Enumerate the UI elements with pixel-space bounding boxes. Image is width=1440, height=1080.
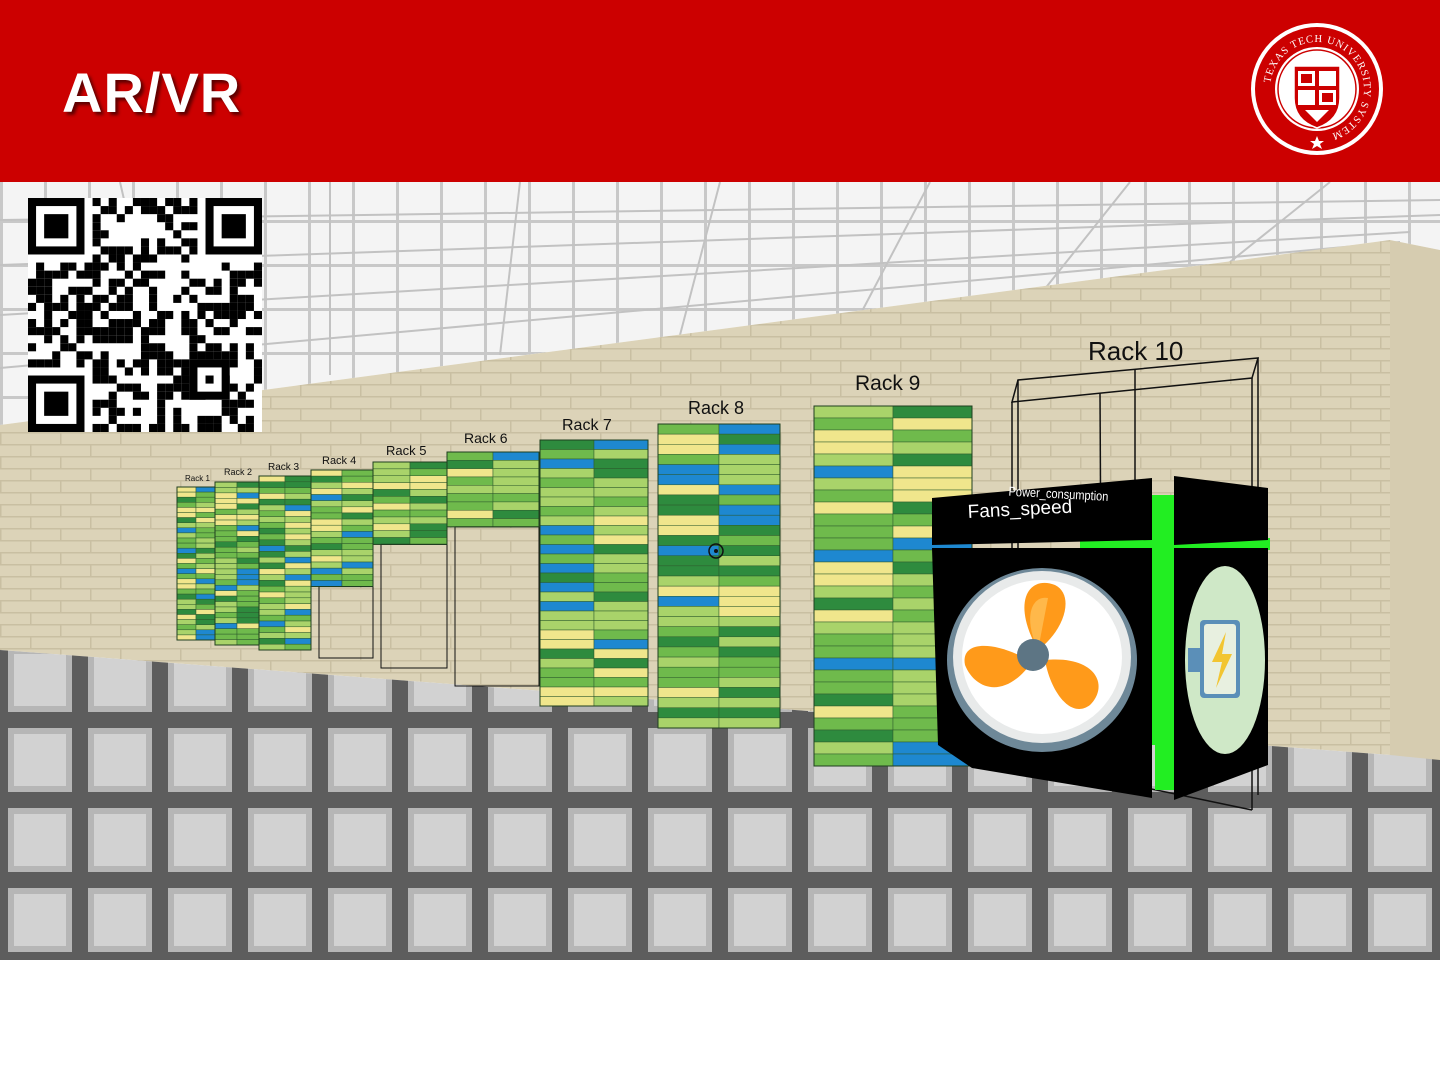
page-title: AR/VR (62, 61, 242, 124)
header-bar: AR/VR TEXAS TECH UNIVERSITY SYSTEM (0, 0, 1440, 182)
fans-speed-panel[interactable]: Fans_speed (932, 478, 1152, 798)
rack-label: Rack 2 (224, 467, 252, 477)
fan-icon (947, 568, 1137, 752)
rack-label: Rack 1 (185, 474, 210, 483)
rack-1[interactable] (176, 486, 216, 641)
slide-footer-space (0, 960, 1440, 1080)
rack-label: Rack 8 (688, 398, 744, 418)
rack-label: Rack 10 (1088, 336, 1183, 366)
qr-code-icon[interactable] (28, 198, 262, 432)
rack-label: Rack 9 (855, 372, 920, 395)
rack-8[interactable] (657, 423, 781, 729)
rack-label: Rack 5 (386, 443, 426, 458)
university-seal-icon: TEXAS TECH UNIVERSITY SYSTEM (1251, 23, 1383, 155)
rack-3[interactable] (258, 475, 312, 651)
rack-label: Rack 3 (268, 462, 300, 473)
rack-2[interactable] (214, 481, 260, 646)
rack-7[interactable] (539, 439, 649, 707)
rack-label: Rack 6 (464, 430, 508, 446)
rack-label: Rack 7 (562, 417, 612, 434)
battery-charging-icon (1185, 566, 1265, 754)
rack-label: Rack 4 (322, 455, 356, 467)
